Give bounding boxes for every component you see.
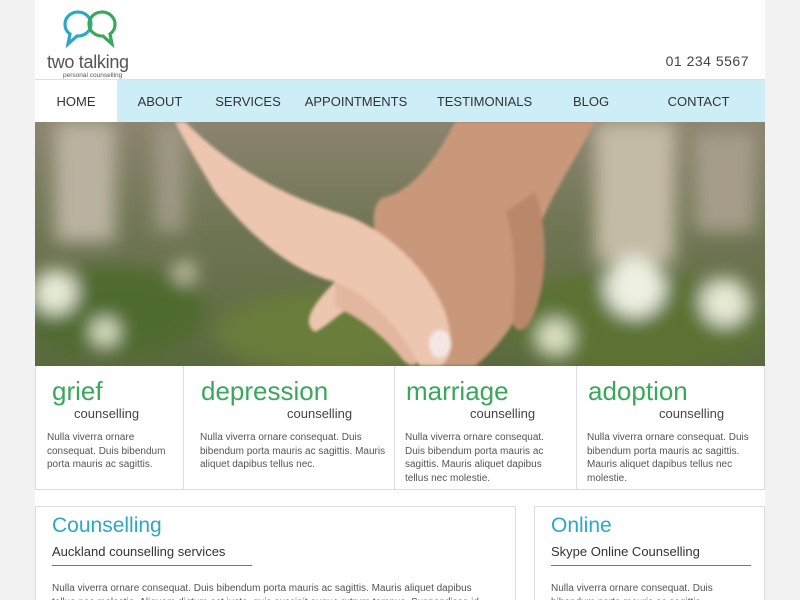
counselling-panel: Counselling Auckland counselling service… xyxy=(35,506,516,600)
service-text: Nulla viverra ornare consequat. Duis bib… xyxy=(200,432,386,470)
services-row: grief counselling Nulla viverra ornare c… xyxy=(35,366,765,490)
panel-text: Nulla viverra ornare consequat. Duis bib… xyxy=(551,583,713,600)
nav-item-services[interactable]: SERVICES xyxy=(203,80,293,123)
logo-tagline: personal counselling xyxy=(63,72,123,79)
service-text: Nulla viverra ornare consequat. Duis bib… xyxy=(47,432,166,470)
service-subtitle: counselling xyxy=(470,406,536,421)
service-title: grief xyxy=(52,376,103,406)
service-title: adoption xyxy=(588,376,688,406)
service-box-depression[interactable]: depression counselling Nulla viverra orn… xyxy=(184,366,395,490)
service-subtitle: counselling xyxy=(74,406,140,421)
panel-title: Counselling xyxy=(52,514,162,537)
service-title: marriage xyxy=(406,376,509,406)
logo-name: two talking xyxy=(47,52,129,72)
nav-item-appointments[interactable]: APPOINTMENTS xyxy=(293,80,419,123)
main-nav: HOME ABOUT SERVICES APPOINTMENTS TESTIMO… xyxy=(35,79,765,123)
nav-item-testimonials[interactable]: TESTIMONIALS xyxy=(419,80,550,123)
panel-title: Online xyxy=(551,514,612,537)
online-panel: Online Skype Online Counselling Nulla vi… xyxy=(534,506,765,600)
nav-item-contact[interactable]: CONTACT xyxy=(632,80,765,123)
panel-subtitle: Skype Online Counselling xyxy=(551,544,751,566)
service-subtitle: counselling xyxy=(287,406,353,421)
speech-bubbles-icon xyxy=(63,10,117,49)
panel-text: Nulla viverra ornare consequat. Duis bib… xyxy=(52,583,479,600)
service-box-adoption[interactable]: adoption counselling Nulla viverra ornar… xyxy=(577,366,765,490)
hero-image xyxy=(35,122,765,366)
nav-item-home[interactable]: HOME xyxy=(35,80,117,123)
service-box-grief[interactable]: grief counselling Nulla viverra ornare c… xyxy=(36,366,184,490)
service-title: depression xyxy=(201,376,329,406)
nav-item-about[interactable]: ABOUT xyxy=(117,80,203,123)
panel-subtitle: Auckland counselling services xyxy=(52,544,252,566)
service-subtitle: counselling xyxy=(659,406,725,421)
phone-number[interactable]: 01 234 5567 xyxy=(666,53,749,69)
logo[interactable]: two talking personal counselling xyxy=(47,8,157,79)
nav-item-blog[interactable]: BLOG xyxy=(550,80,632,123)
service-text: Nulla viverra ornare consequat. Duis bib… xyxy=(405,432,544,484)
service-box-marriage[interactable]: marriage counselling Nulla viverra ornar… xyxy=(395,366,577,490)
service-text: Nulla viverra ornare consequat. Duis bib… xyxy=(587,432,749,484)
